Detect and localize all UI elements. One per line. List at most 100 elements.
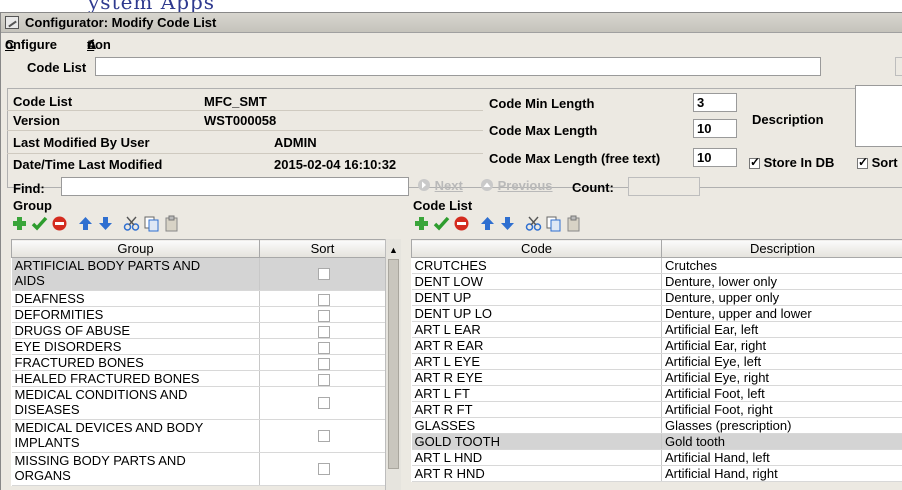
description-cell: Artificial Foot, right xyxy=(661,401,902,418)
count-label: Count: xyxy=(572,180,614,195)
sort-checkbox[interactable] xyxy=(318,268,330,280)
table-row[interactable]: ART R EYE Artificial Eye, right xyxy=(411,369,902,386)
sort-checkbox[interactable] xyxy=(318,358,330,370)
table-row[interactable]: MISSING BODY PARTS AND ORGANS xyxy=(11,452,386,486)
table-row[interactable]: DRUGS OF ABUSE xyxy=(11,322,386,339)
move-up-icon[interactable] xyxy=(77,215,94,232)
table-row[interactable]: DENT UP Denture, upper only xyxy=(411,289,902,306)
store-in-db-toggle[interactable]: Store In DB xyxy=(749,155,834,170)
table-row[interactable]: ART L FT Artificial Foot, left xyxy=(411,385,902,402)
sort-checkbox[interactable] xyxy=(318,342,330,354)
table-row[interactable]: MEDICAL CONDITIONS AND DISEASES xyxy=(11,386,386,420)
sort-checkbox[interactable] xyxy=(318,326,330,338)
table-row[interactable]: HEALED FRACTURED BONES xyxy=(11,370,386,387)
sort-cell xyxy=(259,322,386,339)
description-cell: Artificial Ear, right xyxy=(661,337,902,354)
table-row[interactable]: ART L EYE Artificial Eye, left xyxy=(411,353,902,370)
table-row[interactable]: ARTIFICIAL BODY PARTS AND AIDS xyxy=(11,257,386,291)
code-cell: DENT LOW xyxy=(411,273,662,290)
codelist-bar-input[interactable] xyxy=(95,57,821,76)
codelist-bar-button[interactable] xyxy=(895,57,902,76)
delete-icon[interactable] xyxy=(51,215,68,232)
table-row[interactable]: CRUTCHES Crutches xyxy=(411,257,902,274)
code-cell: ART L HND xyxy=(411,449,662,466)
group-name-line: MISSING BODY PARTS AND xyxy=(14,453,186,468)
group-name-line: MEDICAL CONDITIONS AND xyxy=(14,387,188,402)
code-list-value: MFC_SMT xyxy=(204,94,267,109)
table-row[interactable]: ART R FT Artificial Foot, right xyxy=(411,401,902,418)
description-cell: Artificial Hand, right xyxy=(661,465,902,482)
cut-icon[interactable] xyxy=(123,215,140,232)
paste-icon[interactable] xyxy=(565,215,582,232)
add-icon[interactable] xyxy=(413,215,430,232)
code-cell: ART L FT xyxy=(411,385,662,402)
table-row[interactable]: GOLD TOOTH Gold tooth xyxy=(411,433,902,450)
configurator-window: Configurator: Modify Code List Configure… xyxy=(0,12,902,490)
table-row[interactable]: DENT UP LO Denture, upper and lower xyxy=(411,305,902,322)
window-title: Configurator: Modify Code List xyxy=(25,15,217,30)
code-column-header[interactable]: Code xyxy=(411,239,662,258)
table-row[interactable]: FRACTURED BONES xyxy=(11,354,386,371)
add-icon[interactable] xyxy=(11,215,28,232)
copy-icon[interactable] xyxy=(143,215,160,232)
details-divider xyxy=(7,110,483,111)
sort-checkbox[interactable] xyxy=(318,294,330,306)
scroll-up-icon[interactable]: ▲ xyxy=(389,245,398,255)
code-cell: GOLD TOOTH xyxy=(411,433,662,450)
description-cell: Glasses (prescription) xyxy=(661,417,902,434)
sort-checkbox[interactable] xyxy=(318,430,330,442)
menu-bar: Configure Ac tion xyxy=(5,37,111,52)
datetime-value: 2015-02-04 16:10:32 xyxy=(274,157,397,172)
delete-icon[interactable] xyxy=(453,215,470,232)
copy-icon[interactable] xyxy=(545,215,562,232)
description-cell: Denture, upper only xyxy=(661,289,902,306)
min-length-field[interactable]: 3 xyxy=(693,93,737,112)
table-row[interactable]: DEAFNESS xyxy=(11,290,386,307)
group-name-line: IMPLANTS xyxy=(14,435,80,450)
accept-icon[interactable] xyxy=(31,215,48,232)
details-divider xyxy=(7,130,483,131)
group-toolbar xyxy=(11,215,231,235)
table-row[interactable]: DEFORMITIES xyxy=(11,306,386,323)
next-button[interactable]: Next xyxy=(417,178,463,193)
table-row[interactable]: ART L HND Artificial Hand, left xyxy=(411,449,902,466)
sort-cell xyxy=(259,419,386,453)
table-row[interactable]: ART R HND Artificial Hand, right xyxy=(411,465,902,482)
description-cell: Crutches xyxy=(661,257,902,274)
table-row[interactable]: ART L EAR Artificial Ear, left xyxy=(411,321,902,338)
code-toolbar xyxy=(413,215,633,235)
find-input[interactable] xyxy=(61,177,409,196)
code-panel-title: Code List xyxy=(413,198,473,213)
group-name-line: ORGANS xyxy=(14,468,71,483)
move-up-icon[interactable] xyxy=(479,215,496,232)
table-row[interactable]: GLASSES Glasses (prescription) xyxy=(411,417,902,434)
previous-button[interactable]: Previous xyxy=(480,178,553,193)
sort-cell xyxy=(259,452,386,486)
move-down-icon[interactable] xyxy=(499,215,516,232)
table-row[interactable]: DENT LOW Denture, lower only xyxy=(411,273,902,290)
group-scroll-thumb[interactable] xyxy=(388,259,399,469)
move-down-icon[interactable] xyxy=(97,215,114,232)
sort-checkbox[interactable] xyxy=(857,155,868,170)
description-field[interactable] xyxy=(855,85,902,147)
sort-column-header[interactable]: Sort xyxy=(259,239,386,258)
sort-toggle[interactable]: Sort xyxy=(857,155,898,170)
group-column-header[interactable]: Group xyxy=(11,239,260,258)
description-column-header[interactable]: Description xyxy=(661,239,902,258)
group-scrollbar[interactable]: ▲ xyxy=(385,239,401,490)
paste-icon[interactable] xyxy=(163,215,180,232)
sort-checkbox[interactable] xyxy=(318,463,330,475)
accept-icon[interactable] xyxy=(433,215,450,232)
max-length-field[interactable]: 10 xyxy=(693,119,737,138)
table-row[interactable]: MEDICAL DEVICES AND BODY IMPLANTS xyxy=(11,419,386,453)
sort-checkbox[interactable] xyxy=(318,397,330,409)
description-cell: Artificial Eye, right xyxy=(661,369,902,386)
table-row[interactable]: ART R EAR Artificial Ear, right xyxy=(411,337,902,354)
sort-checkbox[interactable] xyxy=(318,374,330,386)
store-in-db-checkbox[interactable] xyxy=(749,155,760,170)
sort-cell xyxy=(259,370,386,387)
table-row[interactable]: EYE DISORDERS xyxy=(11,338,386,355)
max-length-free-field[interactable]: 10 xyxy=(693,148,737,167)
cut-icon[interactable] xyxy=(525,215,542,232)
sort-checkbox[interactable] xyxy=(318,310,330,322)
